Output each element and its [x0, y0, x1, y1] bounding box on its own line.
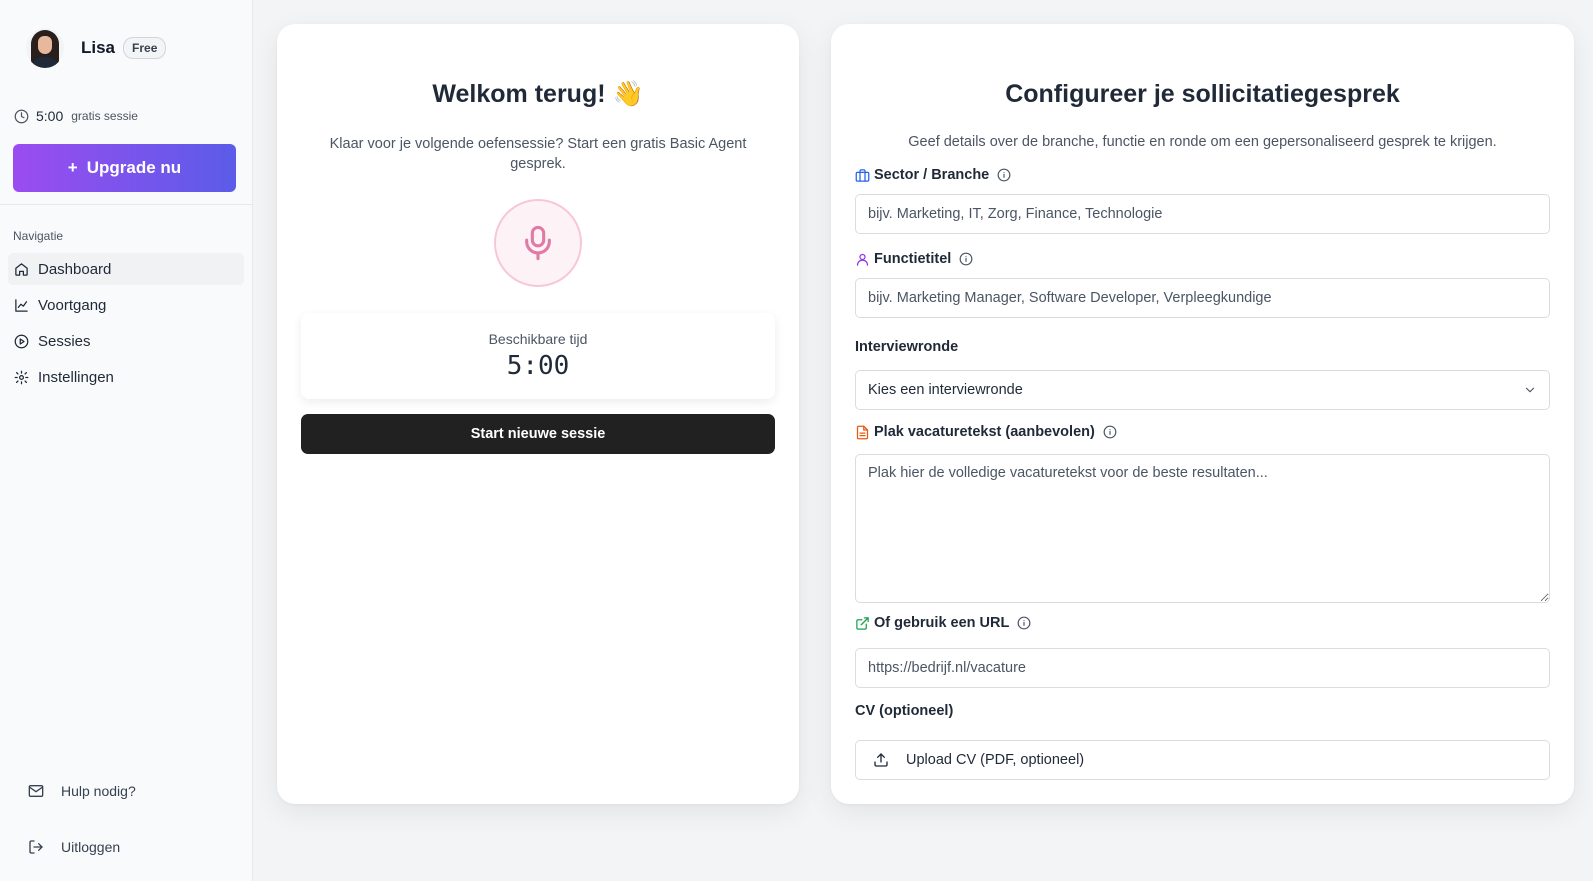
config-subtitle: Geef details over de branche, functie en… — [908, 134, 1497, 150]
sidebar-item-label: Instellingen — [38, 368, 114, 386]
cv-label: CV (optioneel) — [855, 703, 953, 719]
vacancy-text-label: Plak vacaturetekst (aanbevolen) — [855, 424, 1117, 440]
upgrade-button[interactable]: + Upgrade nu — [13, 144, 236, 192]
plus-icon: + — [67, 158, 78, 177]
logout-label: Uitloggen — [61, 839, 121, 855]
cv-label-text: CV (optioneel) — [855, 703, 954, 719]
timer-label: gratis sessie — [71, 109, 138, 123]
nav-list: Dashboard Voortgang Sessies Instellingen — [8, 253, 244, 397]
info-icon[interactable] — [997, 168, 1011, 182]
info-icon[interactable] — [1103, 425, 1117, 439]
interview-round-label: Interviewronde — [855, 339, 958, 355]
avatar — [26, 28, 64, 68]
sidebar-item-label: Dashboard — [38, 260, 112, 278]
sidebar-item-instellingen[interactable]: Instellingen — [8, 361, 244, 393]
available-time-box: Beschikbare tijd 5:00 — [301, 313, 775, 399]
welcome-subtitle: Klaar voor je volgende oefensessie? Star… — [329, 136, 747, 172]
home-icon — [15, 262, 28, 276]
job-title-label-text: Functietitel — [874, 251, 952, 267]
help-link[interactable]: Hulp nodig? — [28, 783, 136, 799]
logout-icon — [29, 840, 43, 854]
user-icon — [856, 253, 869, 266]
upload-icon — [874, 753, 888, 767]
upload-cv-label: Upload CV (PDF, optioneel) — [906, 752, 1085, 768]
config-card: Configureer je sollicitatiegesprek Geef … — [831, 24, 1574, 804]
play-circle-icon — [14, 334, 29, 348]
sidebar-divider — [0, 204, 252, 205]
user-name: Lisa — [81, 38, 116, 57]
sidebar-item-label: Sessies — [38, 332, 91, 350]
vacancy-textarea[interactable] — [855, 454, 1550, 603]
mail-icon — [28, 785, 44, 797]
microphone-icon — [525, 225, 551, 261]
vacancy-text-label-text: Plak vacaturetekst (aanbevolen) — [874, 424, 1095, 440]
gear-icon — [14, 370, 29, 384]
line-chart-icon — [15, 298, 28, 312]
help-label: Hulp nodig? — [61, 783, 136, 799]
sidebar-item-voortgang[interactable]: Voortgang — [8, 289, 244, 321]
briefcase-icon — [855, 168, 870, 182]
available-time-label: Beschikbare tijd — [488, 331, 588, 347]
session-timer: 5:00 gratis sessie — [14, 108, 138, 124]
timer-value: 5:00 — [36, 108, 64, 124]
logout-link[interactable]: Uitloggen — [28, 839, 120, 855]
user-profile[interactable]: Lisa Free — [26, 28, 167, 68]
sector-input[interactable] — [855, 194, 1550, 234]
info-icon[interactable] — [959, 252, 973, 266]
clock-icon — [14, 109, 29, 123]
job-title-label: Functietitel — [855, 251, 973, 267]
document-icon — [856, 425, 869, 439]
sidebar-item-label: Voortgang — [38, 296, 107, 314]
start-session-button[interactable]: Start nieuwe sessie — [301, 414, 775, 454]
mic-button[interactable] — [494, 199, 582, 287]
sidebar: Lisa Free 5:00 gratis sessie + Upgrade n… — [0, 0, 253, 881]
upload-cv-button[interactable]: Upload CV (PDF, optioneel) — [855, 740, 1550, 780]
welcome-card: Welkom terug! 👋 Klaar voor je volgende o… — [277, 24, 799, 804]
sidebar-item-dashboard[interactable]: Dashboard — [8, 253, 244, 285]
info-icon[interactable] — [1017, 616, 1031, 630]
sidebar-item-sessies[interactable]: Sessies — [8, 325, 244, 357]
available-time-value: 5:00 — [506, 351, 570, 381]
job-title-input[interactable] — [855, 278, 1550, 318]
plan-badge: Free — [123, 37, 167, 59]
url-input[interactable] — [855, 648, 1550, 688]
sector-label: Sector / Branche — [855, 167, 1011, 183]
interview-round-label-text: Interviewronde — [855, 339, 959, 355]
sector-label-text: Sector / Branche — [874, 167, 990, 183]
welcome-title: Welkom terug! 👋 — [432, 80, 644, 108]
url-label-text: Of gebruik een URL — [874, 615, 1010, 631]
interview-round-select[interactable]: Kies een interviewronde — [855, 370, 1550, 410]
config-title: Configureer je sollicitatiegesprek — [1005, 80, 1400, 108]
chevron-down-icon — [1525, 387, 1535, 393]
nav-heading: Navigatie — [13, 229, 64, 243]
external-link-icon — [856, 616, 869, 630]
interview-round-selected: Kies een interviewronde — [868, 382, 1023, 398]
upgrade-button-label: Upgrade nu — [86, 158, 182, 177]
url-label: Of gebruik een URL — [855, 615, 1031, 631]
